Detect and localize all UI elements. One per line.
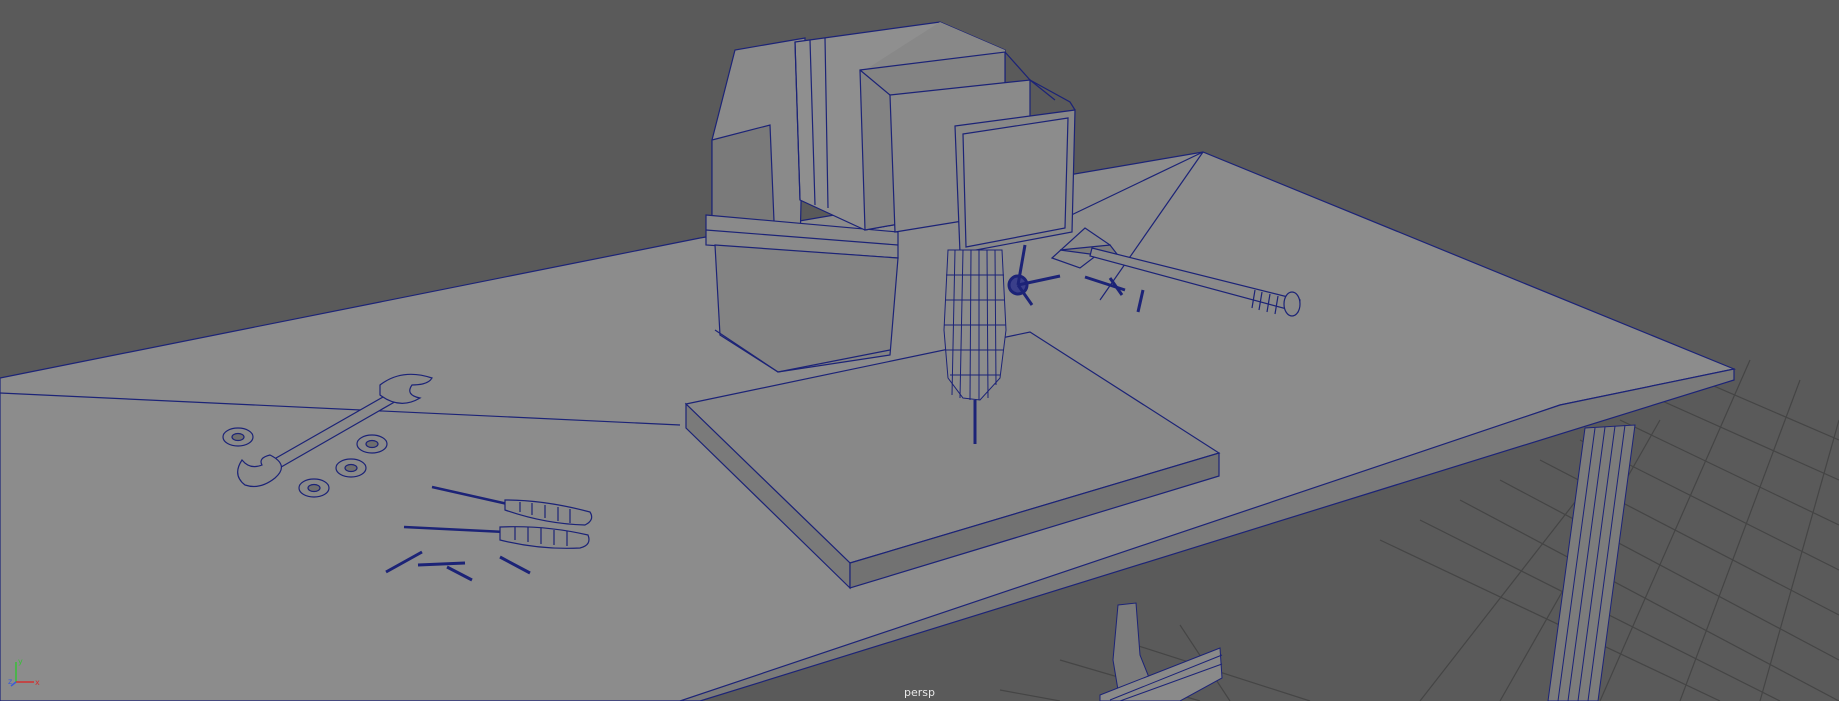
view-axis-gizmo: y x z [8,656,42,690]
table-leg-right[interactable] [1547,424,1636,701]
hex-nut [356,434,388,454]
persp-viewport[interactable] [0,0,1839,701]
y-axis-label: y [18,657,23,666]
hex-nut [298,478,330,498]
z-axis-label: z [8,677,12,686]
hex-nut [335,458,367,478]
hex-nut [222,427,254,447]
camera-name-label: persp [904,686,935,699]
